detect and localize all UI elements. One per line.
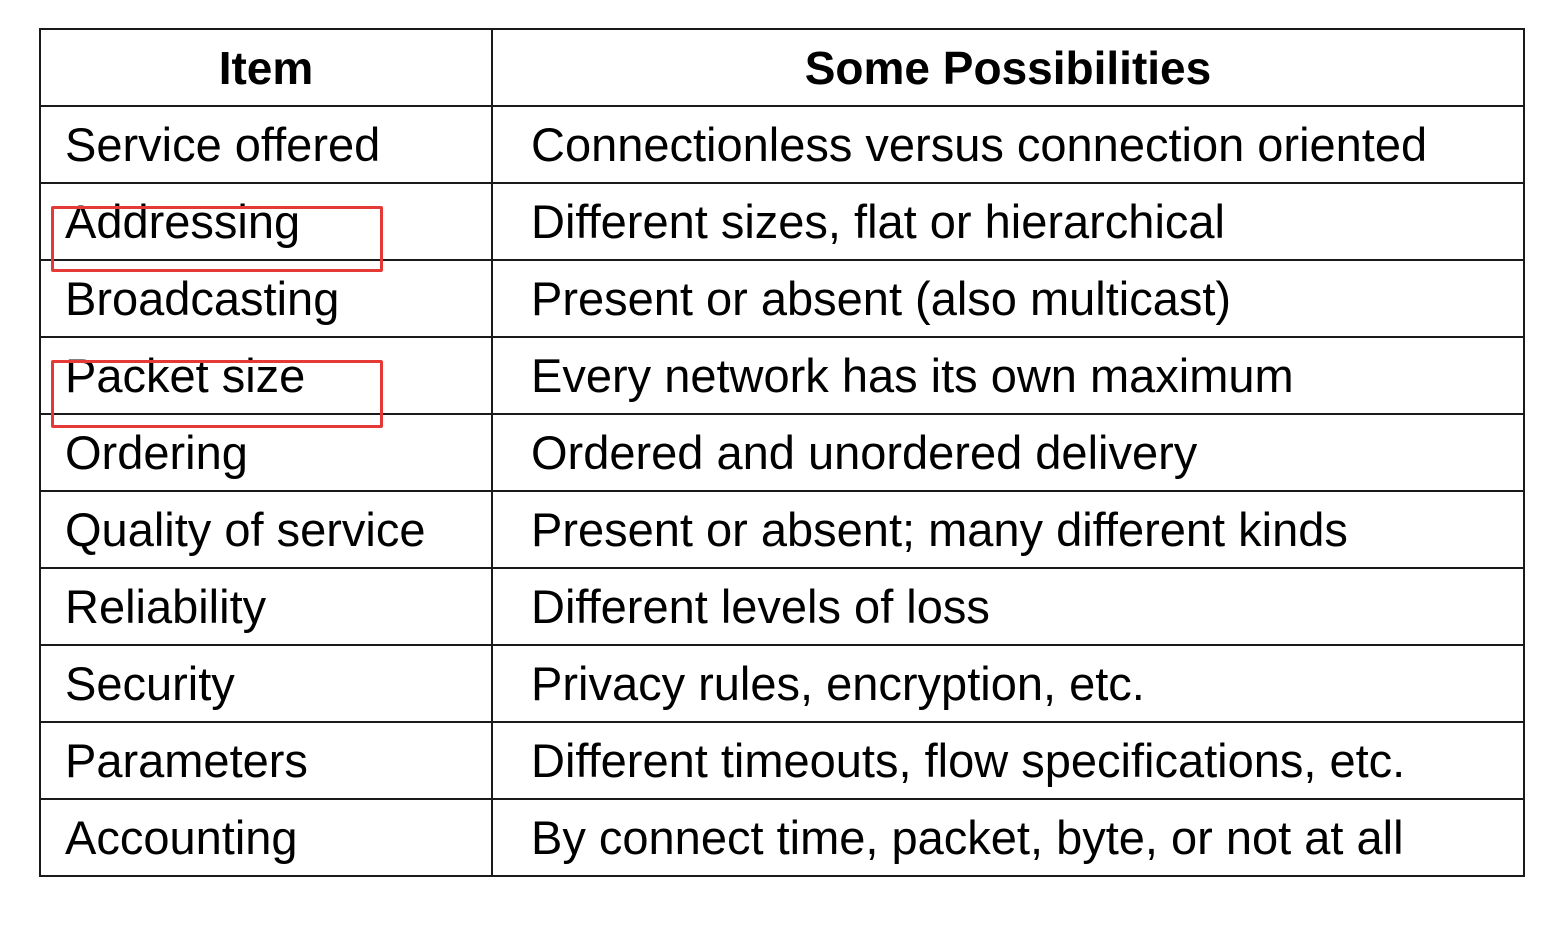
table-row: Ordering Ordered and unordered delivery [39,413,1525,492]
header-some-possibilities: Some Possibilities [491,28,1525,107]
table-row: Parameters Different timeouts, flow spec… [39,721,1525,800]
header-item: Item [39,28,493,107]
table-row: Broadcasting Present or absent (also mul… [39,259,1525,338]
item-cell: Security [39,644,493,723]
item-cell: Packet size [39,336,493,415]
possibilities-cell: Different timeouts, flow specifications,… [491,721,1525,800]
possibilities-cell: By connect time, packet, byte, or not at… [491,798,1525,877]
possibilities-cell: Connectionless versus connection oriente… [491,105,1525,184]
table-row: Accounting By connect time, packet, byte… [39,798,1525,877]
item-cell: Reliability [39,567,493,646]
item-cell: Service offered [39,105,493,184]
table-row: Service offered Connectionless versus co… [39,105,1525,184]
table-header-row: Item Some Possibilities [39,28,1525,107]
comparison-table-container: Item Some Possibilities Service offered … [39,28,1525,877]
possibilities-cell: Different levels of loss [491,567,1525,646]
network-differences-table: Item Some Possibilities Service offered … [39,28,1525,877]
item-cell: Accounting [39,798,493,877]
table-row: Addressing Different sizes, flat or hier… [39,182,1525,261]
possibilities-cell: Ordered and unordered delivery [491,413,1525,492]
possibilities-cell: Every network has its own maximum [491,336,1525,415]
item-cell: Parameters [39,721,493,800]
item-cell: Addressing [39,182,493,261]
table-row: Reliability Different levels of loss [39,567,1525,646]
possibilities-cell: Privacy rules, encryption, etc. [491,644,1525,723]
possibilities-cell: Present or absent; many different kinds [491,490,1525,569]
table-row: Quality of service Present or absent; ma… [39,490,1525,569]
possibilities-cell: Present or absent (also multicast) [491,259,1525,338]
possibilities-cell: Different sizes, flat or hierarchical [491,182,1525,261]
item-cell: Broadcasting [39,259,493,338]
item-cell: Ordering [39,413,493,492]
item-cell: Quality of service [39,490,493,569]
table-row: Packet size Every network has its own ma… [39,336,1525,415]
table-row: Security Privacy rules, encryption, etc. [39,644,1525,723]
